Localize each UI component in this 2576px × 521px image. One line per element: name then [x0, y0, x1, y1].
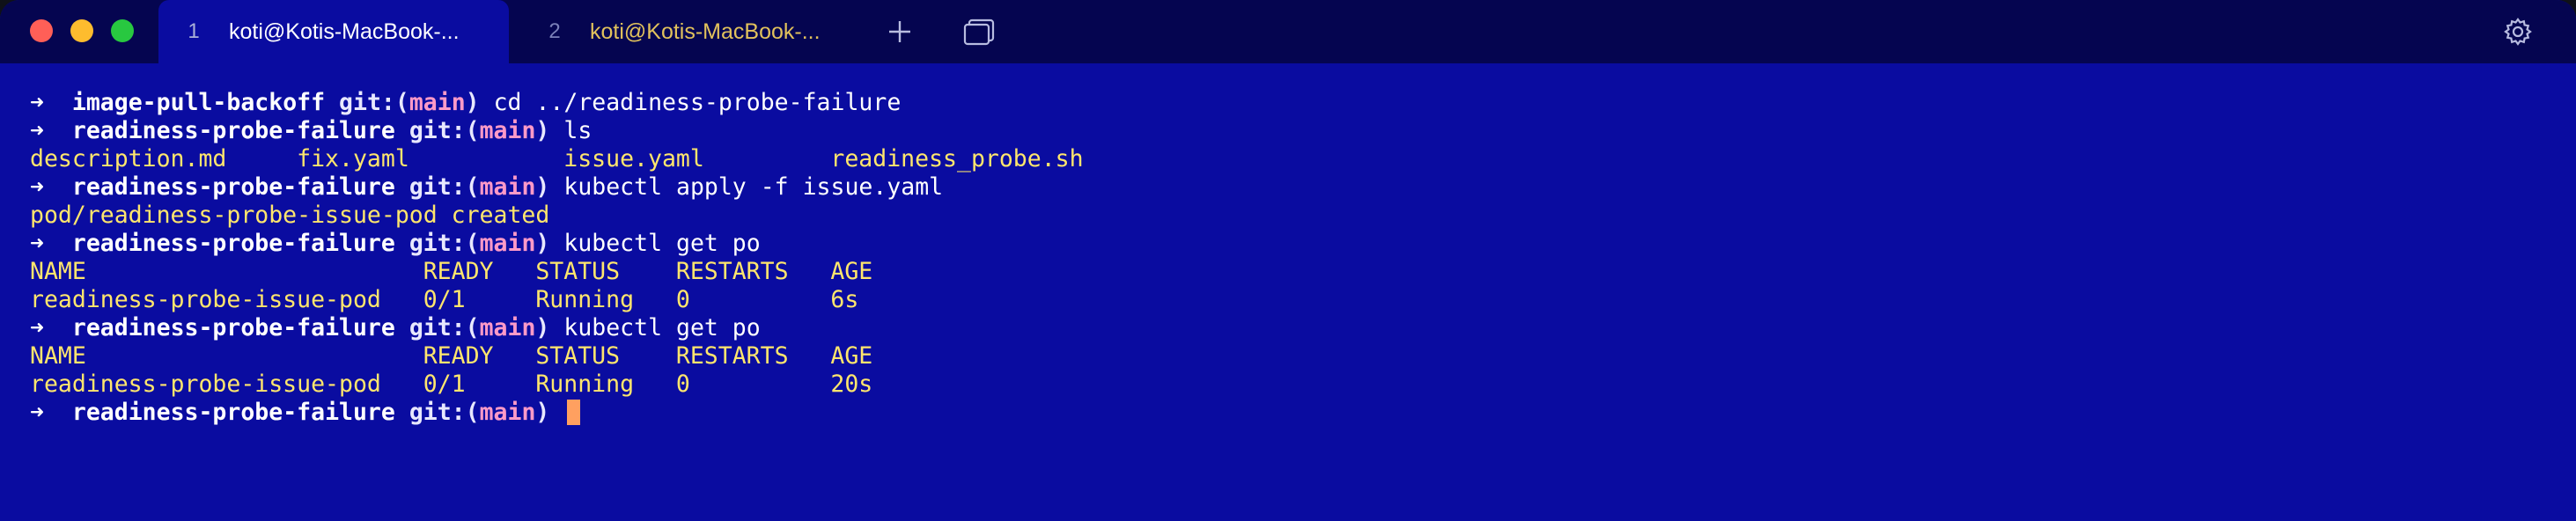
output-line: NAME READY STATUS RESTARTS AGE — [30, 258, 2576, 286]
output-line: pod/readiness-probe-issue-pod created — [30, 202, 2576, 230]
output-line: readiness-probe-issue-pod 0/1 Running 0 … — [30, 286, 2576, 314]
title-bar: 1 koti@Kotis-MacBook-... 2 koti@Kotis-Ma… — [0, 0, 2576, 63]
output-text: NAME READY STATUS RESTARTS AGE — [30, 258, 873, 285]
terminal-window: 1 koti@Kotis-MacBook-... 2 koti@Kotis-Ma… — [0, 0, 2576, 521]
prompt-line: ➜ readiness-probe-failure git:(main) kub… — [30, 173, 2576, 202]
git-label: git:( — [408, 314, 480, 341]
output-text: description.md fix.yaml issue.yaml readi… — [30, 145, 1084, 172]
terminal-output[interactable]: ➜ image-pull-backoff git:(main) cd ../re… — [30, 89, 2576, 427]
git-label-close: ) — [535, 117, 550, 144]
git-label: git:( — [339, 89, 409, 116]
git-label-close: ) — [465, 89, 480, 116]
tab-title: koti@Kotis-MacBook-... — [590, 18, 821, 44]
command-text: cd ../readiness-probe-failure — [493, 89, 902, 116]
prompt-arrow: ➜ — [30, 314, 44, 341]
git-branch: main — [479, 399, 536, 426]
tab-overview-icon[interactable] — [963, 16, 995, 48]
text-cursor — [567, 400, 581, 425]
output-text: readiness-probe-issue-pod 0/1 Running 0 … — [30, 371, 873, 398]
git-label: git:( — [408, 173, 480, 201]
prompt-arrow: ➜ — [30, 399, 44, 426]
minimize-window-button[interactable] — [70, 19, 93, 42]
command-text: kubectl apply -f issue.yaml — [563, 173, 944, 201]
tab-number: 2 — [548, 19, 561, 43]
output-text: NAME READY STATUS RESTARTS AGE — [30, 342, 873, 370]
prompt-arrow: ➜ — [30, 117, 44, 144]
git-branch: main — [479, 117, 536, 144]
prompt-directory: readiness-probe-failure — [71, 173, 395, 201]
git-branch: main — [479, 173, 536, 201]
output-text: pod/readiness-probe-issue-pod created — [30, 202, 550, 229]
prompt-arrow: ➜ — [30, 230, 44, 257]
tab-1[interactable]: 1 koti@Kotis-MacBook-... — [158, 0, 509, 63]
close-window-button[interactable] — [30, 19, 53, 42]
git-label: git:( — [408, 230, 480, 257]
git-branch: main — [408, 89, 466, 116]
command-text: ls — [563, 117, 592, 144]
git-label: git:( — [408, 399, 480, 426]
command-text: kubectl get po — [563, 314, 761, 341]
output-text: readiness-probe-issue-pod 0/1 Running 0 … — [30, 286, 859, 313]
git-branch: main — [479, 314, 536, 341]
maximize-window-button[interactable] — [111, 19, 134, 42]
tab-title: koti@Kotis-MacBook-... — [229, 18, 460, 44]
gear-icon[interactable] — [2502, 16, 2534, 48]
plus-icon[interactable] — [884, 16, 916, 48]
git-label-close: ) — [535, 173, 550, 201]
git-branch: main — [479, 230, 536, 257]
output-line: description.md fix.yaml issue.yaml readi… — [30, 145, 2576, 173]
window-edge — [2557, 63, 2576, 521]
prompt-directory: readiness-probe-failure — [71, 314, 395, 341]
prompt-line: ➜ image-pull-backoff git:(main) cd ../re… — [30, 89, 2576, 117]
git-label-close: ) — [535, 230, 550, 257]
output-line: readiness-probe-issue-pod 0/1 Running 0 … — [30, 371, 2576, 399]
command-text: kubectl get po — [563, 230, 761, 257]
prompt-directory: readiness-probe-failure — [71, 230, 395, 257]
git-label-close: ) — [535, 399, 550, 426]
output-line: NAME READY STATUS RESTARTS AGE — [30, 342, 2576, 371]
prompt-directory: image-pull-backoff — [71, 89, 326, 116]
tab-2[interactable]: 2 koti@Kotis-MacBook-... — [519, 0, 872, 63]
prompt-arrow: ➜ — [30, 89, 44, 116]
git-label-close: ) — [535, 314, 550, 341]
prompt-directory: readiness-probe-failure — [71, 399, 395, 426]
prompt-line: ➜ readiness-probe-failure git:(main) kub… — [30, 230, 2576, 258]
prompt-directory: readiness-probe-failure — [71, 117, 395, 144]
prompt-arrow: ➜ — [30, 173, 44, 201]
tab-number: 1 — [188, 19, 200, 43]
prompt-line: ➜ readiness-probe-failure git:(main) kub… — [30, 314, 2576, 342]
prompt-line: ➜ readiness-probe-failure git:(main) ls — [30, 117, 2576, 145]
git-label: git:( — [408, 117, 480, 144]
prompt-line: ➜ readiness-probe-failure git:(main) — [30, 399, 2576, 427]
